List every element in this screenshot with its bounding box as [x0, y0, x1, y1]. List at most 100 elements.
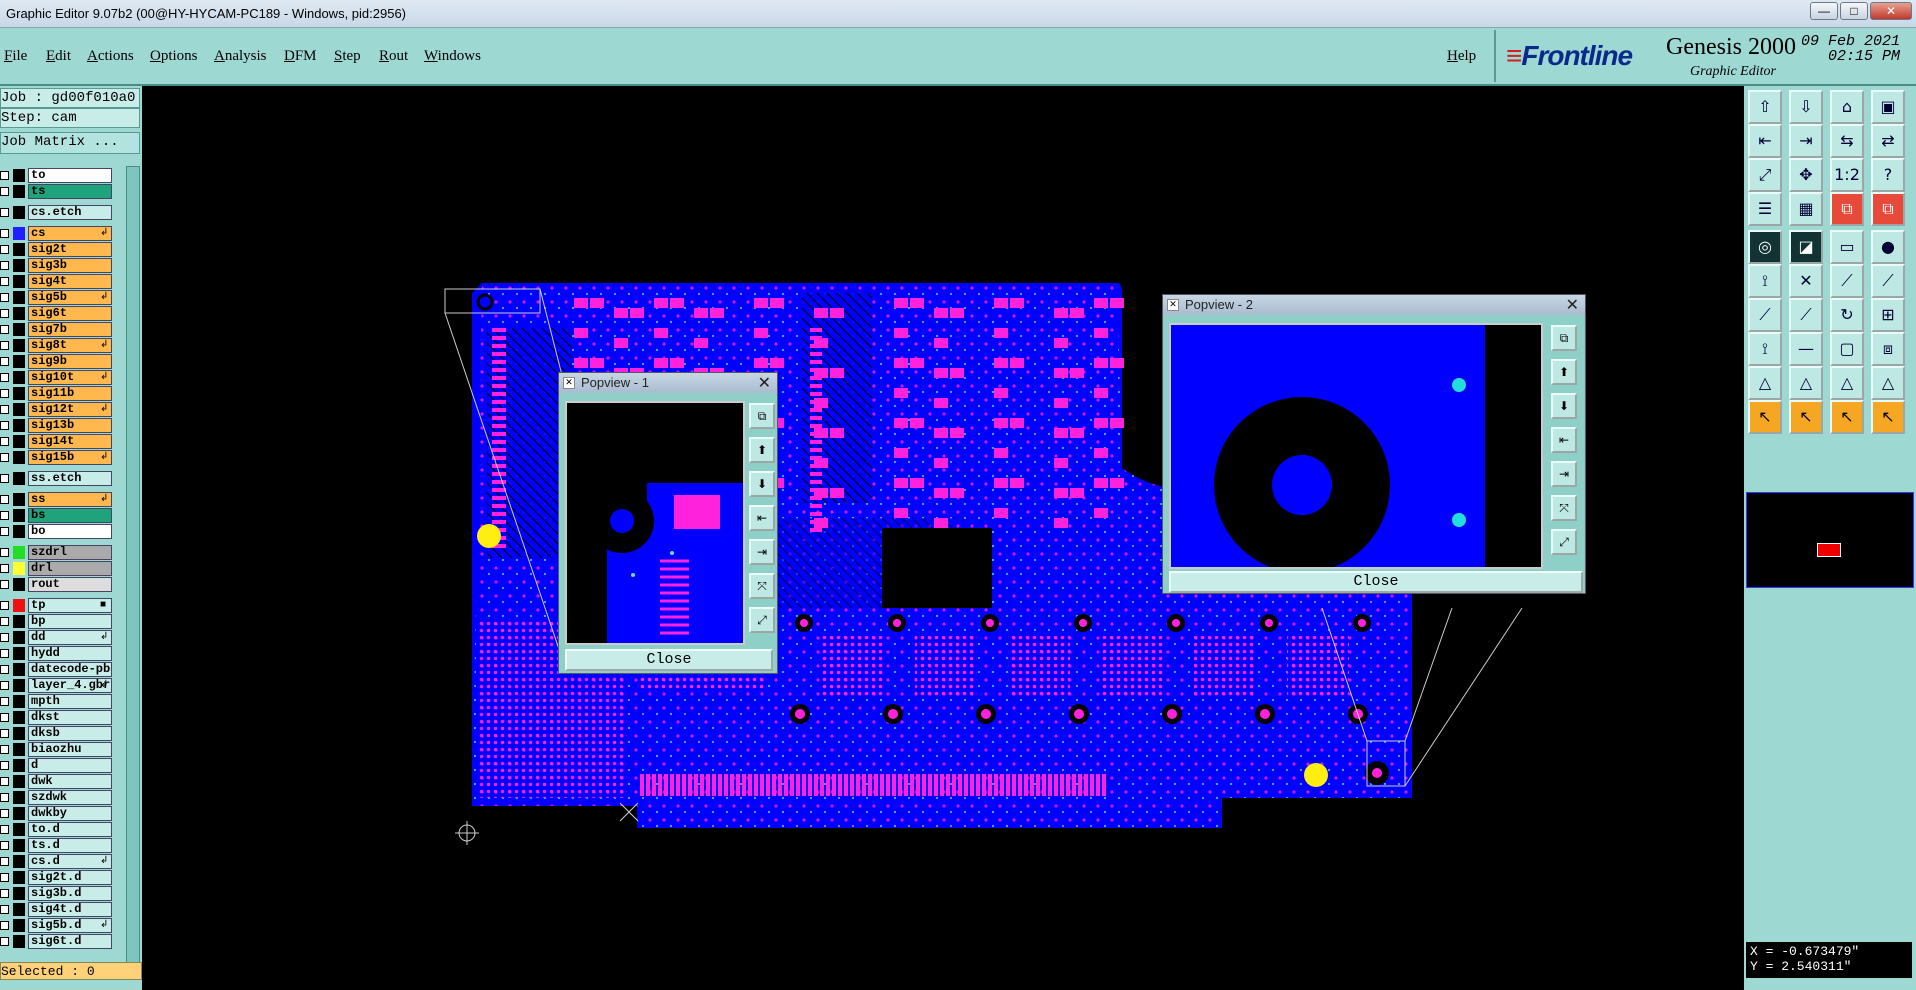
- layer-name[interactable]: sig4t.d: [28, 902, 112, 917]
- tool-button-5[interactable]: ⇤: [1748, 124, 1782, 158]
- tool-button-1[interactable]: ⇧: [1748, 90, 1782, 124]
- layer-name[interactable]: d: [28, 758, 112, 773]
- layer-color-swatch[interactable]: [13, 743, 25, 756]
- overview-map[interactable]: [1746, 492, 1914, 588]
- layer-checkbox[interactable]: [0, 208, 9, 217]
- tool-button-11[interactable]: 1:2: [1830, 158, 1864, 192]
- layer-name[interactable]: to: [28, 168, 112, 183]
- layer-checkbox[interactable]: [0, 857, 9, 866]
- layer-checkbox[interactable]: [0, 293, 9, 302]
- layer-name[interactable]: sig6t: [28, 306, 112, 321]
- popview-2-btn-7[interactable]: ⤢: [1551, 529, 1577, 555]
- layer-name[interactable]: to.d: [28, 822, 112, 837]
- layer-checkbox[interactable]: [0, 825, 9, 834]
- layer-checkbox[interactable]: [0, 564, 9, 573]
- layer-color-swatch[interactable]: [13, 525, 25, 538]
- layer-row[interactable]: dkst: [0, 710, 126, 726]
- tool-button-18[interactable]: ◪: [1789, 230, 1823, 264]
- layer-row[interactable]: sig4t.d: [0, 902, 126, 918]
- popview-1-close-button[interactable]: Close: [565, 649, 773, 671]
- layer-checkbox[interactable]: [0, 171, 9, 180]
- layer-row[interactable]: cs.d ↲: [0, 854, 126, 870]
- popview-2-btn-3[interactable]: ⬇: [1551, 393, 1577, 419]
- layer-row[interactable]: drl: [0, 561, 126, 577]
- tool-button-24[interactable]: ⟋: [1871, 264, 1905, 298]
- layer-color-swatch[interactable]: [13, 291, 25, 304]
- layer-color-swatch[interactable]: [13, 919, 25, 932]
- layer-row[interactable]: sig8t ↲: [0, 338, 126, 354]
- layer-checkbox[interactable]: [0, 437, 9, 446]
- layer-color-swatch[interactable]: [13, 275, 25, 288]
- layer-row[interactable]: cs.etch: [0, 205, 126, 221]
- layer-color-swatch[interactable]: [13, 435, 25, 448]
- layer-name[interactable]: dwkby: [28, 806, 112, 821]
- layer-checkbox[interactable]: [0, 889, 9, 898]
- layer-color-swatch[interactable]: [13, 339, 25, 352]
- layer-name[interactable]: sig7b: [28, 322, 112, 337]
- tool-button-20[interactable]: ●: [1871, 230, 1905, 264]
- layer-color-swatch[interactable]: [13, 419, 25, 432]
- menu-step[interactable]: Step: [334, 48, 361, 65]
- layer-name[interactable]: dkst: [28, 710, 112, 725]
- layer-color-swatch[interactable]: [13, 823, 25, 836]
- graphic-canvas[interactable]: ✕ Popview - 1 ✕ ⧉ ⬆ ⬇ ⇤ ⇥ ⤧ ⤢ Close ✕ Po…: [142, 88, 1744, 990]
- layer-row[interactable]: dksb: [0, 726, 126, 742]
- popview-1-btn-4[interactable]: ⇤: [749, 505, 775, 531]
- layer-name[interactable]: hydd: [28, 646, 112, 661]
- layer-checkbox[interactable]: [0, 793, 9, 802]
- popview-1-window[interactable]: ✕ Popview - 1 ✕ ⧉ ⬆ ⬇ ⇤ ⇥ ⤧ ⤢ Close: [558, 372, 778, 674]
- layer-checkbox[interactable]: [0, 713, 9, 722]
- tool-button-27[interactable]: ↻: [1830, 298, 1864, 332]
- popview-2-window[interactable]: ✕ Popview - 2 ✕ ⧉ ⬆ ⬇ ⇤ ⇥ ⤧ ⤢ Close: [1162, 294, 1586, 594]
- layer-color-swatch[interactable]: [13, 839, 25, 852]
- layer-color-swatch[interactable]: [13, 727, 25, 740]
- tool-button-22[interactable]: ✕: [1789, 264, 1823, 298]
- popview-1-btn-5[interactable]: ⇥: [749, 539, 775, 565]
- tool-button-7[interactable]: ⇆: [1830, 124, 1864, 158]
- layer-checkbox[interactable]: [0, 873, 9, 882]
- layer-checkbox[interactable]: [0, 527, 9, 536]
- tool-button-37[interactable]: ↖: [1748, 400, 1782, 434]
- layer-checkbox[interactable]: [0, 261, 9, 270]
- popview-2-btn-4[interactable]: ⇤: [1551, 427, 1577, 453]
- layer-color-swatch[interactable]: [13, 631, 25, 644]
- layer-name[interactable]: sig9b: [28, 354, 112, 369]
- layer-color-swatch[interactable]: [13, 679, 25, 692]
- popview-1-btn-1[interactable]: ⧉: [749, 403, 775, 429]
- layer-row[interactable]: ts: [0, 184, 126, 200]
- layer-color-swatch[interactable]: [13, 791, 25, 804]
- tool-button-25[interactable]: ⟋: [1748, 298, 1782, 332]
- layer-color-swatch[interactable]: [13, 855, 25, 868]
- layer-row[interactable]: sig11b: [0, 386, 126, 402]
- tool-button-38[interactable]: ↖: [1789, 400, 1823, 434]
- layer-row[interactable]: cs ↲: [0, 226, 126, 242]
- layer-checkbox[interactable]: [0, 665, 9, 674]
- layer-checkbox[interactable]: [0, 389, 9, 398]
- layer-name[interactable]: sig4t: [28, 274, 112, 289]
- layer-color-swatch[interactable]: [13, 647, 25, 660]
- tool-button-29[interactable]: ⟟: [1748, 332, 1782, 366]
- layer-row[interactable]: bo: [0, 524, 126, 540]
- tool-button-30[interactable]: —: [1789, 332, 1823, 366]
- layer-name[interactable]: bp: [28, 614, 112, 629]
- layer-color-swatch[interactable]: [13, 169, 25, 182]
- layer-row[interactable]: sig5b ↲: [0, 290, 126, 306]
- layer-color-swatch[interactable]: [13, 807, 25, 820]
- layer-name[interactable]: ts.d: [28, 838, 112, 853]
- tool-button-6[interactable]: ⇥: [1789, 124, 1823, 158]
- layer-row[interactable]: sig3b: [0, 258, 126, 274]
- layer-row[interactable]: sig13b: [0, 418, 126, 434]
- layer-checkbox[interactable]: [0, 841, 9, 850]
- popview-2-close-icon[interactable]: ✕: [1566, 295, 1579, 314]
- popview-1-btn-3[interactable]: ⬇: [749, 471, 775, 497]
- layer-name[interactable]: mpth: [28, 694, 112, 709]
- layer-row[interactable]: to: [0, 168, 126, 184]
- layer-name[interactable]: dwk: [28, 774, 112, 789]
- layer-checkbox[interactable]: [0, 937, 9, 946]
- layer-color-swatch[interactable]: [13, 935, 25, 948]
- layer-checkbox[interactable]: [0, 229, 9, 238]
- layer-row[interactable]: ss.etch: [0, 471, 126, 487]
- menu-options[interactable]: Options: [150, 48, 198, 65]
- layer-name[interactable]: sig6t.d: [28, 934, 112, 949]
- layer-row[interactable]: sig12t ↲: [0, 402, 126, 418]
